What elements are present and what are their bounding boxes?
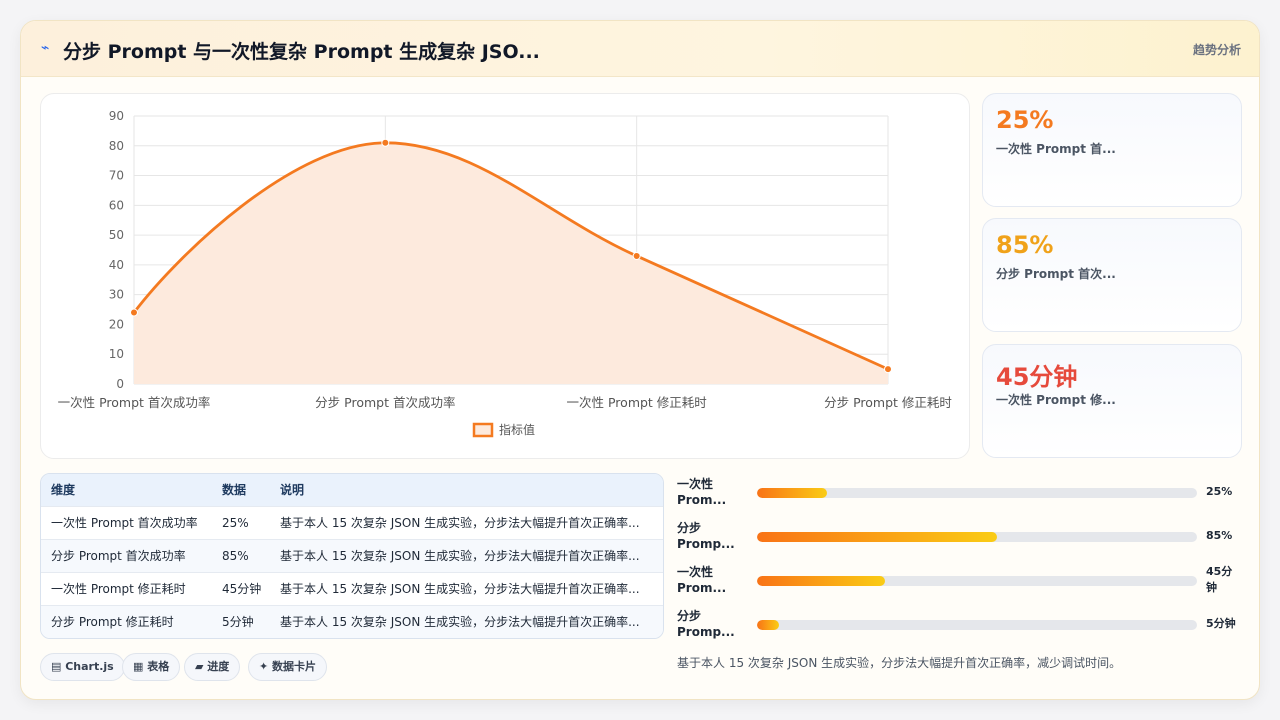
table-cell: 一次性 Prompt 修正耗时 — [41, 571, 212, 605]
header: ⌁ 分步 Prompt 与一次性复杂 Prompt 生成复杂 JSO... 趋势… — [21, 21, 1259, 77]
stat-value: 25% — [996, 106, 1054, 134]
progress-row: 一次性 Prom... 25% — [677, 476, 1241, 510]
table-cell: 一次性 Prompt 首次成功率 — [41, 505, 212, 539]
progress-track — [757, 532, 1197, 542]
y-tick-label: 50 — [109, 228, 124, 242]
data-point — [381, 138, 390, 147]
table-row: 分步 Prompt 修正耗时 5分钟 基于本人 15 次复杂 JSON 生成实验… — [41, 604, 663, 638]
table-header-row: 维度 数据 说明 — [41, 474, 663, 506]
table-cell: 25% — [212, 505, 270, 539]
y-tick-label: 30 — [109, 288, 124, 302]
chip-data-card[interactable]: ✦ 数据卡片 — [248, 653, 328, 681]
table-row: 分步 Prompt 首次成功率 85% 基于本人 15 次复杂 JSON 生成实… — [41, 538, 663, 572]
line-chart-panel: 0 10 20 30 40 50 60 70 80 90 一次性 Prompt 首次成功率 分步 Pr… — [40, 93, 970, 459]
progress-row: 分步 Promp... 5分钟 — [677, 608, 1241, 642]
column-header-data: 数据 — [222, 483, 247, 498]
trend-line-icon: ⌁ — [41, 40, 50, 56]
data-point — [632, 251, 641, 260]
progress-value: 85% — [1206, 529, 1233, 542]
progress-fill — [757, 576, 885, 586]
progress-label: 一次性 Prom... — [677, 477, 727, 507]
y-tick-label: 90 — [109, 109, 124, 123]
x-tick-label: 分步 Prompt 首次成功率 — [315, 395, 455, 410]
progress-fill — [757, 620, 779, 630]
progress-track — [757, 620, 1197, 630]
legend-label: 指标值 — [499, 422, 535, 437]
table-cell: 基于本人 15 次复杂 JSON 生成实验，分步法大幅提升首次正确率... — [270, 571, 663, 605]
stat-card-step-success: 85% 分步 Prompt 首次... — [982, 218, 1242, 332]
stat-value: 85% — [996, 231, 1054, 259]
table-cell: 基于本人 15 次复杂 JSON 生成实验，分步法大幅提升首次正确率... — [270, 505, 663, 539]
progress-label: 分步 Promp... — [677, 521, 735, 551]
stat-value: 45分钟 — [996, 363, 1078, 391]
stat-label: 分步 Prompt 首次... — [996, 267, 1116, 281]
series-area — [134, 142, 888, 384]
column-header-description: 说明 — [280, 483, 305, 498]
stat-card-one-shot-fix-time: 45分钟 一次性 Prompt 修... — [982, 344, 1242, 458]
table-row: 一次性 Prompt 首次成功率 25% 基于本人 15 次复杂 JSON 生成… — [41, 505, 663, 539]
legend-swatch — [472, 422, 494, 438]
progress-value: 5分钟 — [1206, 617, 1236, 630]
progress-label: 一次性 Prom... — [677, 565, 727, 595]
y-tick-label: 20 — [109, 317, 124, 331]
progress-label: 分步 Promp... — [677, 609, 735, 639]
stat-label: 一次性 Prompt 首... — [996, 142, 1116, 156]
y-tick-label: 70 — [109, 169, 124, 183]
data-point — [130, 308, 138, 317]
table-cell: 基于本人 15 次复杂 JSON 生成实验，分步法大幅提升首次正确率... — [270, 538, 663, 572]
x-tick-label: 分步 Prompt 修正耗时 — [824, 395, 952, 410]
progress-track — [757, 576, 1197, 586]
line-chart: 0 10 20 30 40 50 60 70 80 90 一次性 Prompt 首次成功率 分步 Pr… — [58, 109, 952, 438]
progress-track — [757, 488, 1197, 498]
table-cell: 5分钟 — [212, 604, 270, 638]
progress-row: 一次性 Prom... 45分钟 — [677, 564, 1241, 598]
dashboard-card: ⌁ 分步 Prompt 与一次性复杂 Prompt 生成复杂 JSO... 趋势… — [20, 20, 1260, 700]
x-tick-label: 一次性 Prompt 修正耗时 — [567, 395, 708, 410]
chip-progress[interactable]: ▰ 进度 — [184, 653, 241, 681]
y-tick-label: 80 — [109, 139, 124, 153]
data-table: 维度 数据 说明 一次性 Prompt 首次成功率 25% 基于本人 15 次复… — [40, 473, 664, 639]
stat-card-one-shot-success: 25% 一次性 Prompt 首... — [982, 93, 1242, 207]
data-point — [884, 365, 892, 374]
x-tick-label: 一次性 Prompt 首次成功率 — [58, 395, 211, 410]
column-header-dimension: 维度 — [51, 483, 76, 498]
table-cell: 45分钟 — [212, 571, 270, 605]
chip-table[interactable]: ▦ 表格 — [122, 653, 181, 681]
table-cell: 85% — [212, 538, 270, 572]
header-tag: 趋势分析 — [1192, 43, 1241, 57]
progress-row: 分步 Promp... 85% — [677, 520, 1241, 554]
y-tick-label: 60 — [109, 198, 124, 212]
table-cell: 基于本人 15 次复杂 JSON 生成实验，分步法大幅提升首次正确率... — [270, 604, 663, 638]
progress-value: 45分钟 — [1206, 565, 1233, 594]
table-cell: 分步 Prompt 首次成功率 — [41, 538, 212, 572]
stat-label: 一次性 Prompt 修... — [996, 393, 1116, 407]
table-row: 一次性 Prompt 修正耗时 45分钟 基于本人 15 次复杂 JSON 生成… — [41, 571, 663, 605]
progress-value: 25% — [1206, 485, 1233, 498]
y-tick-label: 10 — [109, 347, 124, 361]
y-tick-label: 0 — [116, 377, 124, 391]
progress-fill — [757, 532, 997, 542]
summary-note: 基于本人 15 次复杂 JSON 生成实验，分步法大幅提升首次正确率，减少调试时… — [677, 656, 1122, 670]
table-cell: 分步 Prompt 修正耗时 — [41, 604, 212, 638]
chip-chartjs[interactable]: ▤ Chart.js — [40, 653, 125, 681]
progress-fill — [757, 488, 828, 498]
page-title: 分步 Prompt 与一次性复杂 Prompt 生成复杂 JSO... — [63, 41, 540, 63]
y-tick-label: 40 — [109, 258, 124, 272]
